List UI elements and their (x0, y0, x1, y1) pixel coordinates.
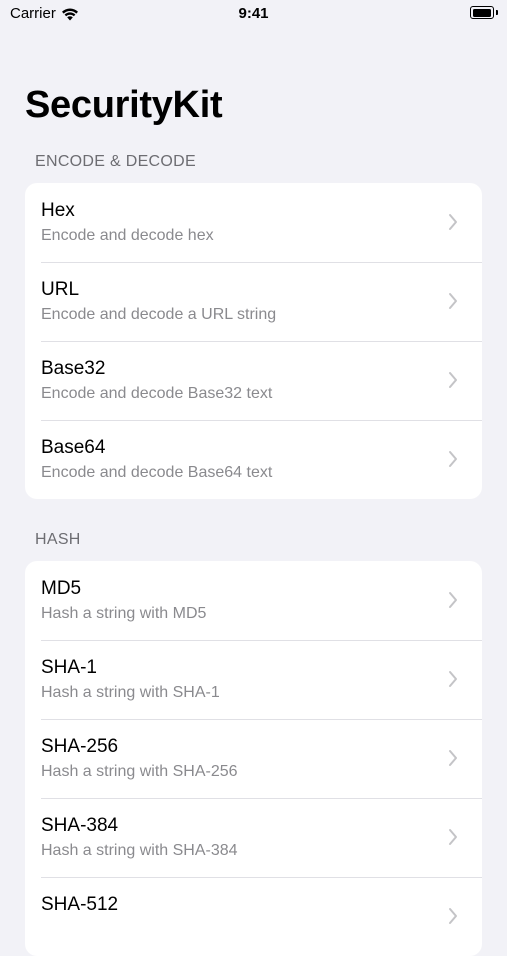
page-title: SecurityKit (25, 84, 223, 126)
list-item-title: SHA-256 (41, 736, 119, 757)
list-item-sha384[interactable]: SHA-384 Hash a string with SHA-384 (25, 798, 482, 877)
chevron-right-icon (449, 293, 457, 309)
chevron-right-icon (449, 451, 457, 467)
list-item-title: Hex (41, 200, 75, 221)
list-item-title: SHA-384 (41, 815, 119, 836)
status-bar: Carrier 9:41 (0, 0, 507, 28)
section-header-encode-decode: ENCODE & DECODE (35, 153, 196, 170)
list-item-hex[interactable]: Hex Encode and decode hex (25, 183, 482, 262)
list-item-md5[interactable]: MD5 Hash a string with MD5 (25, 561, 482, 640)
list-item-url[interactable]: URL Encode and decode a URL string (25, 262, 482, 341)
list-item-subtitle: Hash a string with SHA-1 (41, 684, 220, 701)
hash-list: MD5 Hash a string with MD5 SHA-1 Hash a … (25, 561, 482, 956)
battery-icon (470, 6, 498, 19)
clock: 9:41 (238, 5, 269, 22)
chevron-right-icon (449, 592, 457, 608)
encode-decode-list: Hex Encode and decode hex URL Encode and… (25, 183, 482, 499)
list-item-title: Base64 (41, 437, 106, 458)
list-item-subtitle: Encode and decode a URL string (41, 306, 277, 323)
chevron-right-icon (449, 372, 457, 388)
list-item-subtitle: Hash a string with MD5 (41, 605, 207, 622)
list-item-subtitle: Encode and decode Base64 text (41, 464, 273, 481)
chevron-right-icon (449, 829, 457, 845)
chevron-right-icon (449, 671, 457, 687)
list-item-base64[interactable]: Base64 Encode and decode Base64 text (25, 420, 482, 499)
list-item-title: Base32 (41, 358, 106, 379)
chevron-right-icon (449, 214, 457, 230)
section-header-hash: HASH (35, 531, 81, 548)
list-item-sha512[interactable]: SHA-512 (25, 877, 482, 956)
list-item-title: SHA-1 (41, 657, 97, 678)
list-item-subtitle: Hash a string with SHA-384 (41, 842, 238, 859)
list-item-base32[interactable]: Base32 Encode and decode Base32 text (25, 341, 482, 420)
list-item-subtitle: Encode and decode Base32 text (41, 385, 273, 402)
list-item-title: MD5 (41, 578, 82, 599)
list-item-subtitle: Encode and decode hex (41, 227, 214, 244)
chevron-right-icon (449, 750, 457, 766)
list-item-title: SHA-512 (41, 894, 119, 915)
list-item-title: URL (41, 279, 80, 300)
chevron-right-icon (449, 908, 457, 924)
list-item-subtitle: Hash a string with SHA-256 (41, 763, 238, 780)
list-item-sha256[interactable]: SHA-256 Hash a string with SHA-256 (25, 719, 482, 798)
list-item-sha1[interactable]: SHA-1 Hash a string with SHA-1 (25, 640, 482, 719)
